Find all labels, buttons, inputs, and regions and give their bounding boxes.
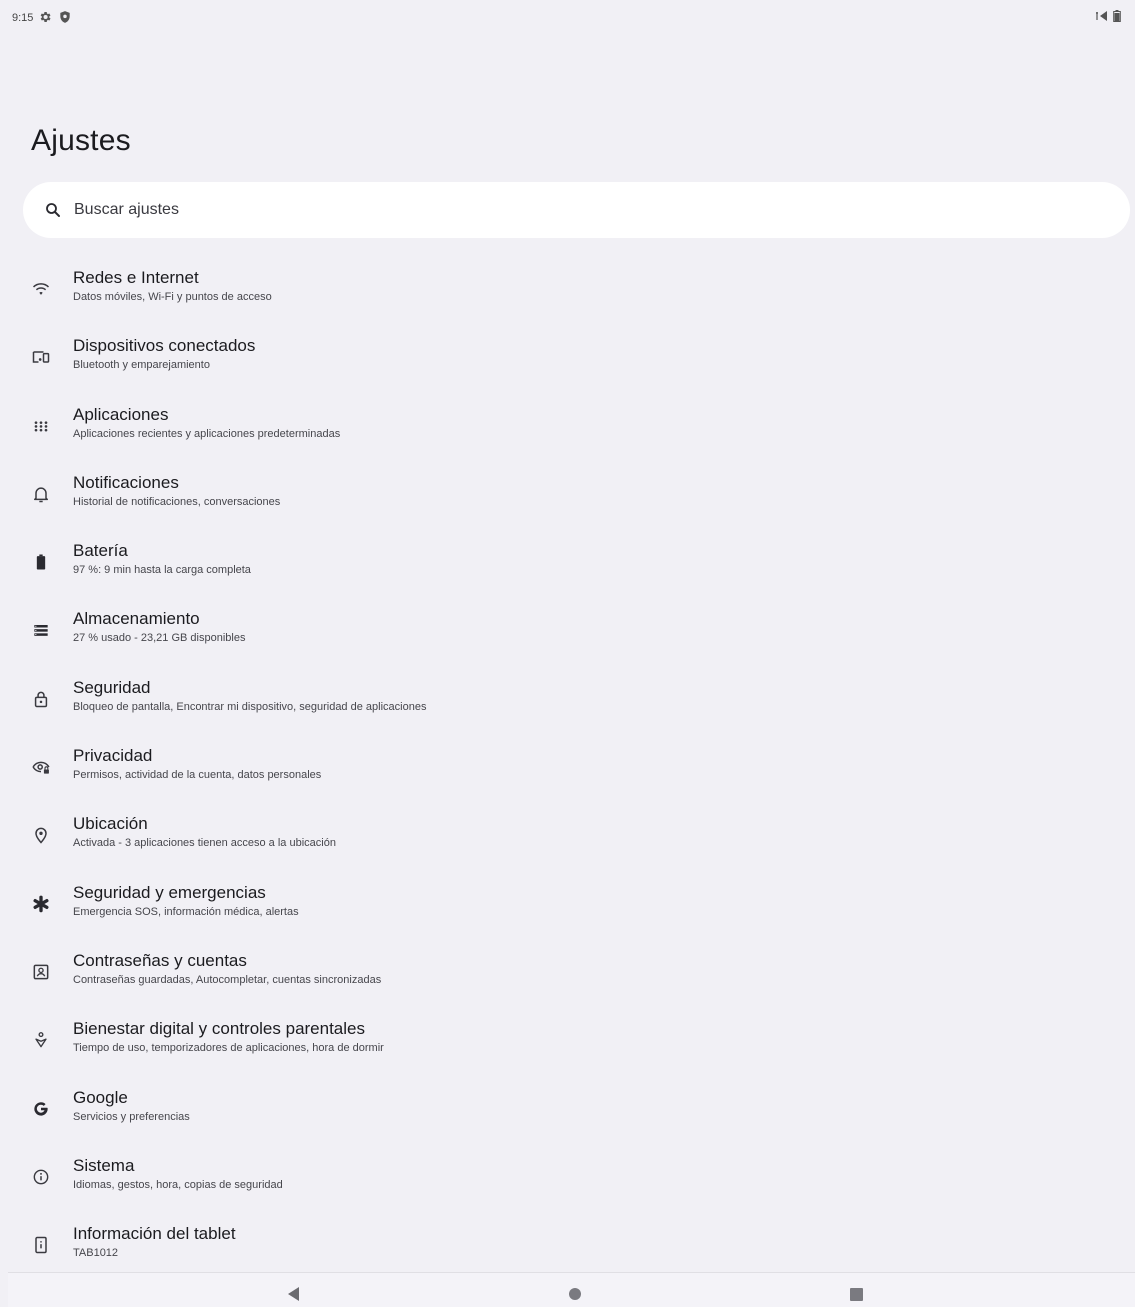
settings-item-security[interactable]: Seguridad Bloqueo de pantalla, Encontrar… [0,666,1135,734]
search-bar[interactable]: Buscar ajustes [23,182,1130,238]
storage-icon [30,619,52,641]
location-pin-icon [30,824,52,846]
settings-item-location[interactable]: Ubicación Activada - 3 aplicaciones tien… [0,802,1135,870]
account-box-icon [30,961,52,983]
privacy-eye-icon [30,756,52,778]
battery-icon [30,551,52,573]
settings-item-storage[interactable]: Almacenamiento 27 % usado - 23,21 GB dis… [0,597,1135,665]
settings-list: Redes e Internet Datos móviles, Wi-Fi y … [0,256,1135,1280]
settings-item-passwords-accounts[interactable]: Contraseñas y cuentas Contraseñas guarda… [0,939,1135,1007]
page-title: Ajustes [31,124,131,157]
settings-item-battery[interactable]: Batería 97 %: 9 min hasta la carga compl… [0,529,1135,597]
settings-item-subtitle: Datos móviles, Wi-Fi y puntos de acceso [73,291,272,303]
settings-item-title: Batería [73,541,128,561]
settings-item-subtitle: Permisos, actividad de la cuenta, datos … [73,769,322,782]
back-icon[interactable] [288,1287,299,1301]
settings-item-subtitle: Contraseñas guardadas, Autocompletar, cu… [73,973,382,986]
settings-item-title: Almacenamiento [73,609,200,629]
settings-item-subtitle: Activada - 3 aplicaciones tienen acceso … [73,837,336,850]
shield-icon [60,11,70,23]
settings-item-title: Bienestar digital y controles parentales [73,1019,365,1039]
settings-item-safety-emergency[interactable]: Seguridad y emergencias Emergencia SOS, … [0,871,1135,939]
connected-devices-icon [30,346,52,368]
settings-item-about-tablet[interactable]: Información del tablet TAB1012 [0,1212,1135,1280]
settings-item-title: Google [73,1087,128,1107]
settings-item-title: Contraseñas y cuentas [73,950,247,970]
settings-item-subtitle: Tiempo de uso, temporizadores de aplicac… [73,1042,384,1055]
settings-item-title: Seguridad y emergencias [73,882,266,902]
settings-item-title: Información del tablet [73,1224,236,1244]
settings-item-subtitle: Idiomas, gestos, hora, copias de segurid… [73,1178,283,1191]
settings-item-notifications[interactable]: Notificaciones Historial de notificacion… [0,461,1135,529]
settings-item-apps[interactable]: Aplicaciones Aplicaciones recientes y ap… [0,393,1135,461]
settings-item-subtitle: 97 %: 9 min hasta la carga completa [73,564,251,577]
settings-item-system[interactable]: Sistema Idiomas, gestos, hora, copias de… [0,1144,1135,1212]
settings-item-title: Aplicaciones [73,404,169,424]
settings-item-subtitle: 27 % usado - 23,21 GB disponibles [73,632,246,645]
settings-gear-icon [40,12,51,22]
info-icon [30,1166,52,1188]
settings-item-subtitle: Emergencia SOS, información médica, aler… [73,905,299,918]
settings-item-title: Redes e Internet [73,268,199,287]
status-bar: 9:15 [0,0,1135,34]
settings-item-subtitle: Bloqueo de pantalla, Encontrar mi dispos… [73,700,427,713]
settings-item-title: Notificaciones [73,472,179,492]
settings-item-subtitle: Historial de notificaciones, conversacio… [73,495,281,508]
settings-item-subtitle: Aplicaciones recientes y aplicaciones pr… [73,427,341,440]
navigation-bar [8,1272,1135,1307]
lock-icon [30,688,52,710]
settings-item-title: Sistema [73,1155,135,1175]
search-icon [46,203,60,217]
settings-item-title: Ubicación [73,814,148,834]
wellbeing-icon [30,1029,52,1051]
apps-grid-icon [30,415,52,437]
settings-item-title: Dispositivos conectados [73,336,256,356]
battery-icon [1113,10,1121,22]
home-icon[interactable] [569,1288,581,1300]
emergency-asterisk-icon [30,893,52,915]
settings-item-subtitle: Servicios y preferencias [73,1110,190,1123]
settings-item-title: Seguridad [73,677,151,697]
settings-item-privacy[interactable]: Privacidad Permisos, actividad de la cue… [0,734,1135,802]
search-input[interactable]: Buscar ajustes [74,201,179,219]
bell-icon [30,483,52,505]
settings-item-google[interactable]: Google Servicios y preferencias [0,1076,1135,1144]
settings-item-connected-devices[interactable]: Dispositivos conectados Bluetooth y empa… [0,324,1135,392]
status-time: 9:15 [12,12,34,24]
wifi-icon [30,278,52,300]
signal-icon [1096,11,1107,21]
settings-item-wellbeing[interactable]: Bienestar digital y controles parentales… [0,1007,1135,1075]
google-g-icon [30,1098,52,1120]
recents-icon[interactable] [850,1288,863,1301]
settings-item-network[interactable]: Redes e Internet Datos móviles, Wi-Fi y … [0,256,1135,324]
settings-item-subtitle: Bluetooth y emparejamiento [73,359,210,372]
status-right-icons [1095,10,1121,22]
settings-item-subtitle: TAB1012 [73,1247,119,1260]
tablet-info-icon [30,1234,52,1256]
settings-item-title: Privacidad [73,746,153,766]
